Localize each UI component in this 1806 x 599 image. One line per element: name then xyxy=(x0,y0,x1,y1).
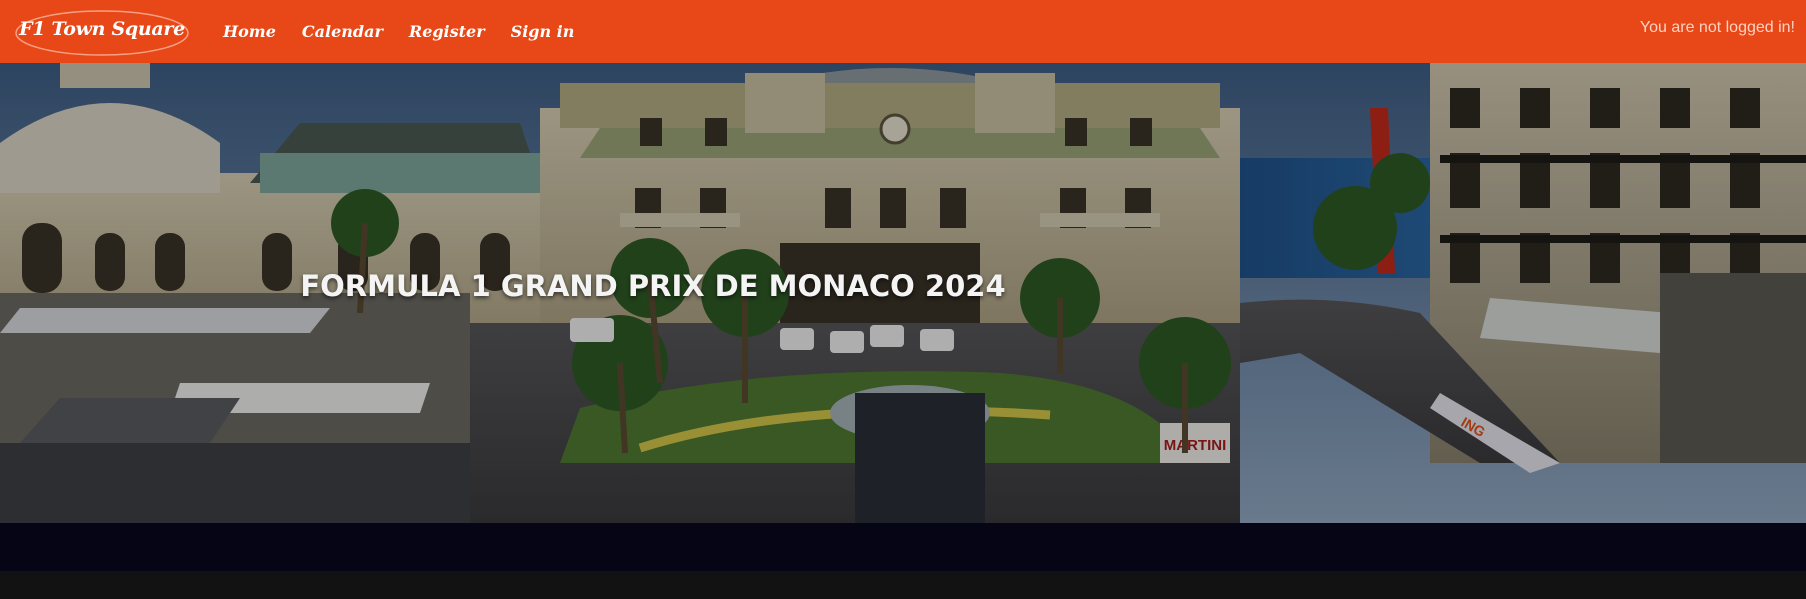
page-bottom-strip xyxy=(0,571,1806,599)
nav-home-link[interactable]: Home xyxy=(210,22,289,41)
nav-register-link[interactable]: Register xyxy=(396,22,498,41)
nav-links: Home Calendar Register Sign in xyxy=(210,22,587,41)
content-band xyxy=(0,523,1806,571)
login-status-text: You are not logged in! xyxy=(1639,19,1795,36)
nav-calendar-link[interactable]: Calendar xyxy=(289,22,396,41)
nav-sign-in-link[interactable]: Sign in xyxy=(498,22,588,41)
brand-name: F1 Town Square xyxy=(19,17,185,40)
brand-logo[interactable]: F1 Town Square xyxy=(14,7,190,57)
top-navbar: F1 Town Square Home Calendar Register Si… xyxy=(0,0,1806,63)
hero-banner: MARTINI ING FORMULA 1 GRAND PRIX DE MONA… xyxy=(0,63,1806,523)
hero-title: FORMULA 1 GRAND PRIX DE MONACO 2024 xyxy=(300,269,1006,303)
